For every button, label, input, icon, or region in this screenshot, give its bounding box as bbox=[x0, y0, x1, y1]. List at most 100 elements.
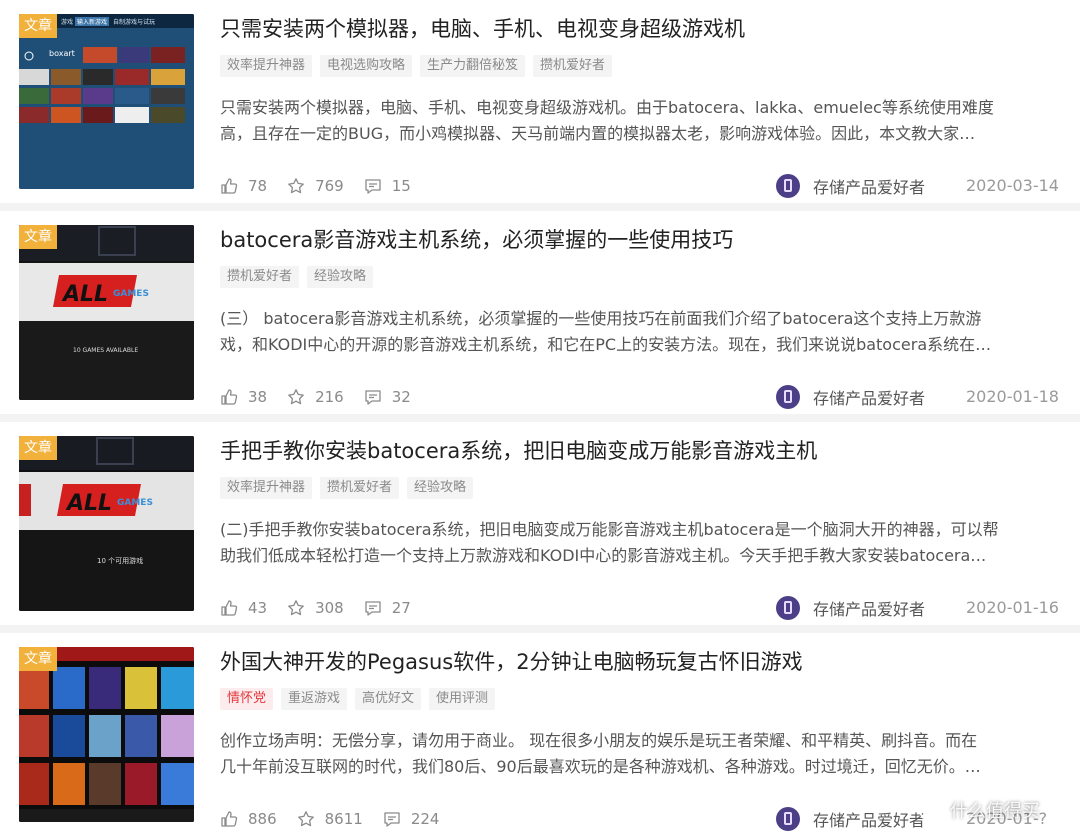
author-link[interactable]: 存储产品爱好者 bbox=[776, 385, 925, 409]
excerpt-line: 戏，和KODI中心的开源的影音游戏主机系统，和它在PC上的安装方法。现在，我们来… bbox=[220, 335, 992, 354]
favorite-button[interactable]: 769 bbox=[287, 177, 344, 195]
article-tags: 效率提升神器 电视选购攻略 生产力翻倍秘笈 攒机爱好者 bbox=[220, 55, 613, 77]
thumb-logo-sub: GAMES bbox=[113, 289, 149, 299]
thumb-tab-1: 游戏 bbox=[61, 18, 73, 26]
author-name: 存储产品爱好者 bbox=[813, 389, 926, 408]
article-excerpt[interactable]: 只需安装两个模拟器，电脑、手机、电视变身超级游戏机。由于batocera、lak… bbox=[220, 95, 1055, 147]
favorite-button[interactable]: 308 bbox=[287, 599, 344, 617]
thumb-tab-2: 输入新游戏 bbox=[77, 18, 107, 26]
comment-icon bbox=[365, 601, 381, 616]
thumbs-up-icon bbox=[221, 811, 238, 827]
article-title[interactable]: batocera影音游戏主机系统，必须掌握的一些使用技巧 bbox=[220, 225, 1060, 255]
like-count: 38 bbox=[248, 388, 268, 406]
tag-hot[interactable]: 情怀党 bbox=[220, 688, 274, 710]
article-excerpt[interactable]: 创作立场声明：无偿分享，请勿用于商业。 现在很多小朋友的娱乐是玩王者荣耀、和平精… bbox=[220, 728, 1055, 780]
article-type-badge: 文章 bbox=[19, 647, 57, 671]
author-link[interactable]: 存储产品爱好者 bbox=[776, 596, 925, 620]
comment-icon bbox=[384, 812, 400, 827]
author-link[interactable]: 存储产品爱好者 bbox=[776, 807, 925, 831]
article-title[interactable]: 外国大神开发的Pegasus软件，2分钟让电脑畅玩复古怀旧游戏 bbox=[220, 647, 1060, 677]
avatar bbox=[776, 596, 800, 620]
excerpt-line: 几十年前没互联网的时代，我们80后、90后最喜欢玩的是各种游戏机、各种游戏。时过… bbox=[220, 757, 981, 776]
star-icon bbox=[288, 178, 304, 194]
thumb-tab-3: 自制游戏与试玩 bbox=[113, 18, 155, 26]
tag[interactable]: 攒机爱好者 bbox=[220, 266, 300, 288]
article-thumbnail[interactable]: 文章 游戏 输入新游戏 自制游戏与试玩 boxart bbox=[19, 14, 194, 189]
article-excerpt[interactable]: (二)手把手教你安装batocera系统，把旧电脑变成万能影音游戏主机batoc… bbox=[220, 517, 1055, 569]
tag[interactable]: 电视选购攻略 bbox=[320, 55, 413, 77]
favorite-button[interactable]: 8611 bbox=[297, 810, 363, 828]
like-button[interactable]: 78 bbox=[220, 177, 267, 195]
comment-button[interactable]: 15 bbox=[364, 177, 411, 195]
like-button[interactable]: 886 bbox=[220, 810, 277, 828]
tag[interactable]: 重返游戏 bbox=[281, 688, 348, 710]
tag[interactable]: 效率提升神器 bbox=[220, 477, 313, 499]
article-stats: 38 216 32 bbox=[220, 385, 431, 409]
article-title[interactable]: 只需安装两个模拟器，电脑、手机、电视变身超级游戏机 bbox=[220, 14, 1060, 44]
tag[interactable]: 生产力翻倍秘笈 bbox=[420, 55, 526, 77]
like-button[interactable]: 38 bbox=[220, 388, 267, 406]
tag[interactable]: 经验攻略 bbox=[307, 266, 374, 288]
comment-count: 27 bbox=[391, 599, 411, 617]
favorite-count: 8611 bbox=[324, 810, 363, 828]
comment-count: 32 bbox=[391, 388, 411, 406]
divider bbox=[0, 414, 1080, 422]
favorite-count: 308 bbox=[315, 599, 344, 617]
author-name: 存储产品爱好者 bbox=[813, 178, 926, 197]
divider bbox=[0, 203, 1080, 211]
author-name: 存储产品爱好者 bbox=[813, 600, 926, 619]
thumb-logo-sub: GAMES bbox=[117, 498, 153, 508]
publish-date: 2020-03-14 bbox=[966, 176, 1059, 195]
like-button[interactable]: 43 bbox=[220, 599, 267, 617]
comment-count: 15 bbox=[391, 177, 411, 195]
excerpt-line: 只需安装两个模拟器，电脑、手机、电视变身超级游戏机。由于batocera、lak… bbox=[220, 98, 994, 117]
article-thumbnail[interactable]: 文章 ALL GAMES 10 个可用游戏 bbox=[19, 436, 194, 611]
article-stats: 886 8611 224 bbox=[220, 807, 459, 831]
article-card[interactable]: 文章 ALL GAMES 10 GAMES AVAILABLE batocera… bbox=[0, 223, 1080, 411]
thumb-logo: ALL bbox=[61, 282, 108, 307]
divider bbox=[0, 625, 1080, 633]
article-type-badge: 文章 bbox=[19, 14, 57, 38]
comment-button[interactable]: 224 bbox=[383, 810, 440, 828]
avatar bbox=[776, 174, 800, 198]
thumb-logo: ALL bbox=[65, 491, 112, 516]
comment-button[interactable]: 32 bbox=[364, 388, 411, 406]
tag[interactable]: 经验攻略 bbox=[407, 477, 474, 499]
publish-date: 2020-01-18 bbox=[966, 387, 1059, 406]
thumbs-up-icon bbox=[221, 600, 238, 616]
comment-button[interactable]: 27 bbox=[364, 599, 411, 617]
comment-count: 224 bbox=[410, 810, 440, 828]
star-icon bbox=[288, 600, 304, 616]
star-icon bbox=[288, 389, 304, 405]
thumbs-up-icon bbox=[221, 178, 238, 194]
article-thumbnail[interactable]: 文章 bbox=[19, 647, 194, 822]
like-count: 886 bbox=[248, 810, 277, 828]
publish-date: 2020-01-16 bbox=[966, 598, 1059, 617]
excerpt-line: 高，且存在一定的BUG，而小鸡模拟器、天马前端内置的模拟器太老，影响游戏体验。因… bbox=[220, 124, 976, 143]
excerpt-line: 创作立场声明：无偿分享，请勿用于商业。 现在很多小朋友的娱乐是玩王者荣耀、和平精… bbox=[220, 731, 978, 750]
excerpt-line: 助我们低成本轻松打造一个支持上万款游戏和KODI中心的影音游戏主机。今天手把手教… bbox=[220, 546, 987, 565]
article-card[interactable]: 文章 游戏 输入新游戏 自制游戏与试玩 boxart 只需安装两个模拟器，电脑、… bbox=[0, 12, 1080, 200]
tag[interactable]: 高优好文 bbox=[355, 688, 422, 710]
article-excerpt[interactable]: (三） batocera影音游戏主机系统，必须掌握的一些使用技巧在前面我们介绍了… bbox=[220, 306, 1055, 358]
like-count: 43 bbox=[248, 599, 268, 617]
tag[interactable]: 效率提升神器 bbox=[220, 55, 313, 77]
favorite-count: 216 bbox=[315, 388, 344, 406]
article-card[interactable]: 文章 ALL GAMES 10 个可用游戏 手把手教你安装batocera系统，… bbox=[0, 434, 1080, 622]
article-stats: 43 308 27 bbox=[220, 596, 431, 620]
article-thumbnail[interactable]: 文章 ALL GAMES 10 GAMES AVAILABLE bbox=[19, 225, 194, 400]
author-link[interactable]: 存储产品爱好者 bbox=[776, 174, 925, 198]
tag[interactable]: 使用评测 bbox=[429, 688, 496, 710]
batocera-screenshot-image: ALL GAMES 10 个可用游戏 bbox=[19, 436, 194, 611]
article-tags: 攒机爱好者 经验攻略 bbox=[220, 266, 374, 288]
article-type-badge: 文章 bbox=[19, 225, 57, 249]
tag[interactable]: 攒机爱好者 bbox=[320, 477, 400, 499]
article-title[interactable]: 手把手教你安装batocera系统，把旧电脑变成万能影音游戏主机 bbox=[220, 436, 1060, 466]
site-watermark: 什么值得买 bbox=[918, 792, 1080, 828]
tag[interactable]: 攒机爱好者 bbox=[533, 55, 613, 77]
article-tags: 效率提升神器 攒机爱好者 经验攻略 bbox=[220, 477, 474, 499]
excerpt-line: (三） batocera影音游戏主机系统，必须掌握的一些使用技巧在前面我们介绍了… bbox=[220, 309, 982, 328]
favorite-button[interactable]: 216 bbox=[287, 388, 344, 406]
thumb-label: boxart bbox=[49, 49, 75, 58]
thumb-caption: 10 GAMES AVAILABLE bbox=[73, 347, 138, 354]
